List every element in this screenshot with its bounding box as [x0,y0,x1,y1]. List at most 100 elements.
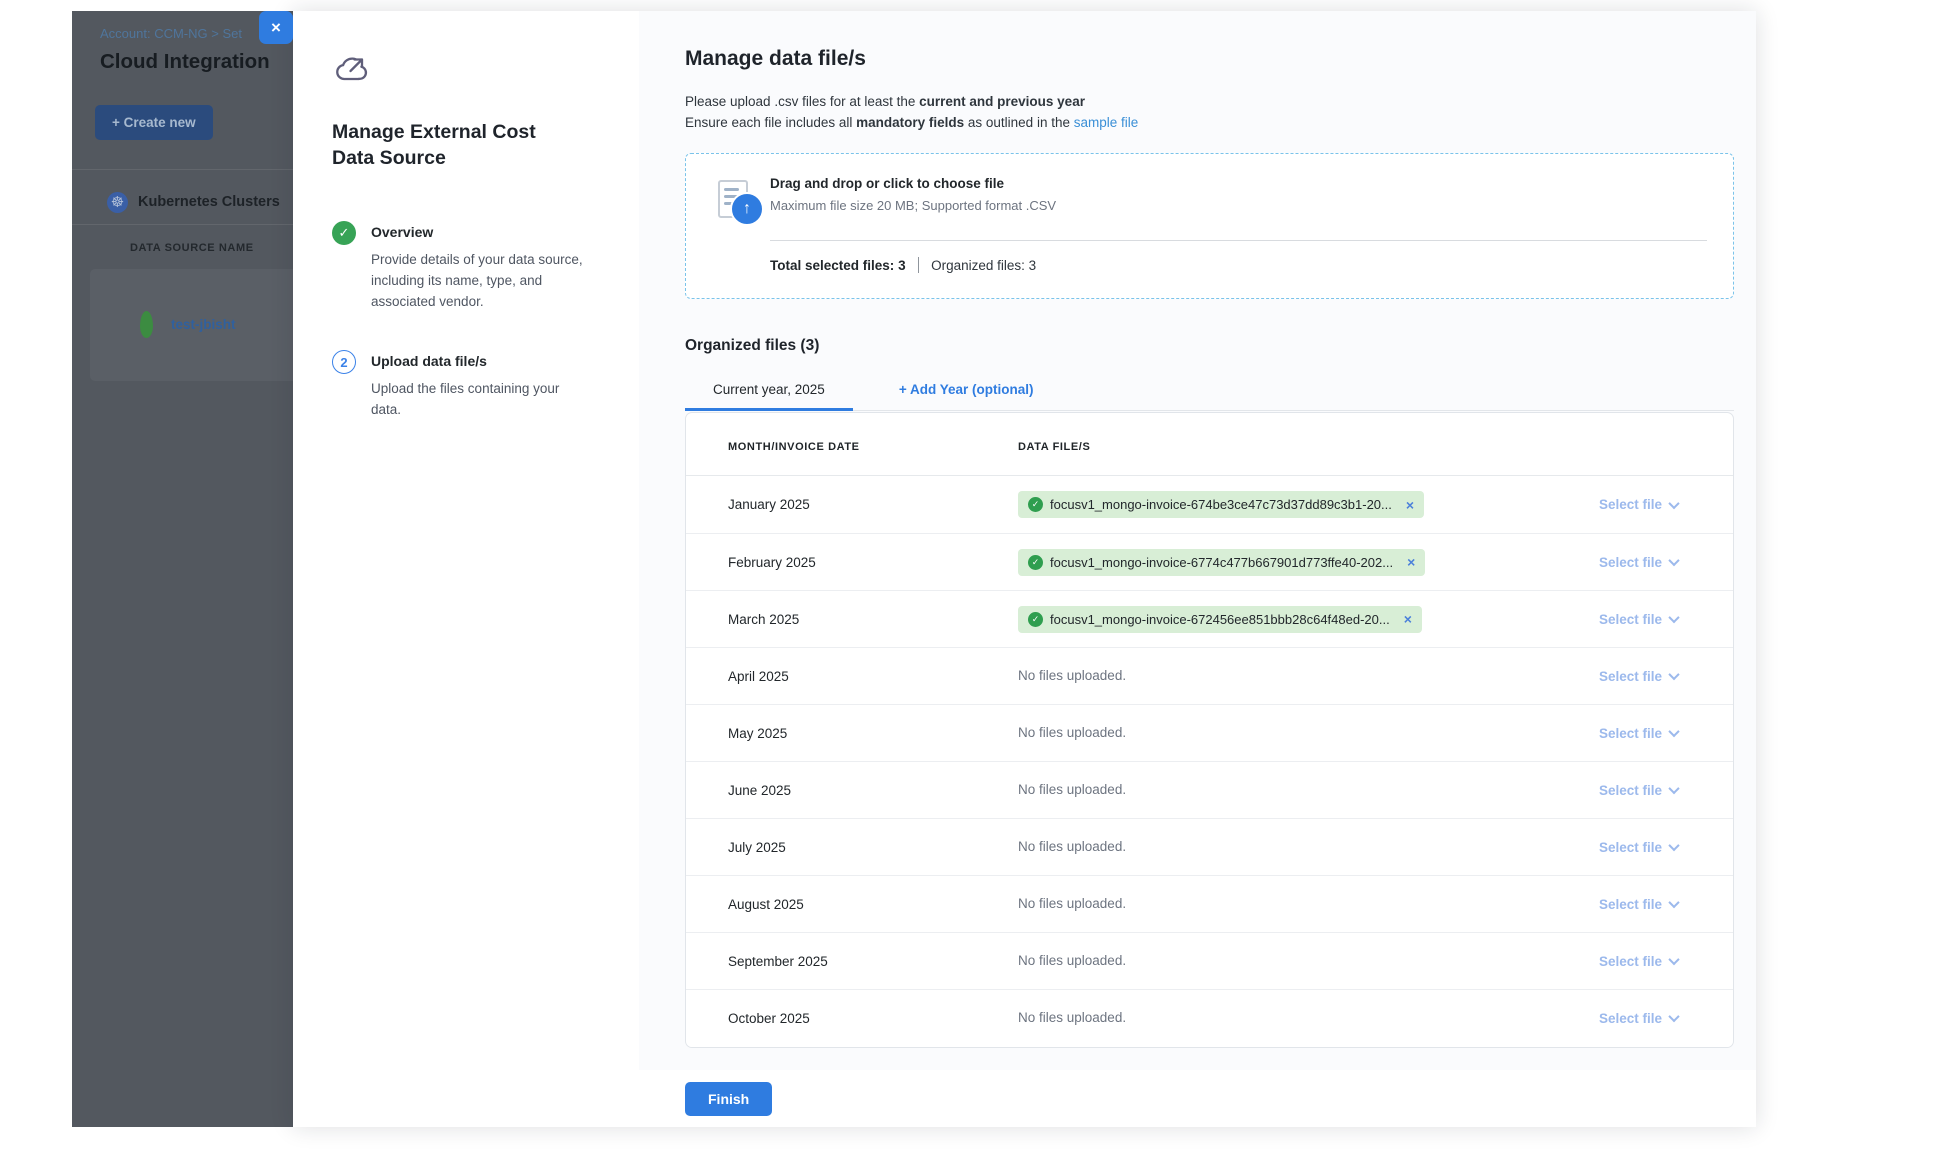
dropzone-subtitle: Maximum file size 20 MB; Supported forma… [770,198,1056,213]
divider [918,257,920,273]
step-description: Upload the files containing your data. [371,378,593,420]
chevron-down-icon [1668,783,1679,794]
select-file-label: Select file [1599,726,1662,741]
chevron-down-icon [1668,669,1679,680]
table-header: MONTH/INVOICE DATE DATA FILE/S [686,413,1733,476]
close-button[interactable]: × [259,11,293,44]
remove-file-icon[interactable]: × [1406,498,1414,512]
empty-text: No files uploaded. [1018,896,1126,911]
file-cell: No files uploaded. [1018,724,1558,742]
data-source-row[interactable]: test-jbisht [140,311,236,338]
month-cell: August 2025 [728,897,1018,912]
sample-file-link[interactable]: sample file [1074,115,1139,130]
table-row: September 2025 No files uploaded. Select… [686,932,1733,989]
select-file-label: Select file [1599,1011,1662,1026]
select-file-dropdown[interactable]: Select file [1599,954,1678,969]
select-file-label: Select file [1599,783,1662,798]
step-overview[interactable]: ✓ Overview Provide details of your data … [332,221,609,312]
finish-button[interactable]: Finish [685,1082,772,1116]
step-label: Upload data file/s [371,350,593,369]
month-cell: July 2025 [728,840,1018,855]
organized-files-heading: Organized files (3) [685,337,1734,355]
remove-file-icon[interactable]: × [1404,612,1412,626]
chevron-down-icon [1668,497,1679,508]
table-row: April 2025 No files uploaded. Select fil… [686,647,1733,704]
main-content: Manage data file/s Please upload .csv fi… [639,11,1756,1070]
table-body: January 2025 ✓ focusv1_mongo-invoice-674… [686,476,1733,1046]
empty-text: No files uploaded. [1018,725,1126,740]
table-row: June 2025 No files uploaded. Select file [686,761,1733,818]
select-file-label: Select file [1599,954,1662,969]
tab-label: Kubernetes Clusters [138,194,280,210]
select-file-dropdown[interactable]: Select file [1599,840,1678,855]
select-file-dropdown[interactable]: Select file [1599,669,1678,684]
divider [72,224,293,225]
tab-kubernetes-clusters[interactable]: ☸ Kubernetes Clusters [107,181,280,223]
table-row: May 2025 No files uploaded. Select file [686,704,1733,761]
step-complete-check-icon: ✓ [332,221,356,245]
chevron-down-icon [1668,612,1679,623]
months-table-card: MONTH/INVOICE DATE DATA FILE/S January 2… [685,412,1734,1048]
file-cell: No files uploaded. [1018,781,1558,799]
file-cell: No files uploaded. [1018,667,1558,685]
step-upload-data-files[interactable]: 2 Upload data file/s Upload the files co… [332,350,609,420]
file-cell: No files uploaded. [1018,895,1558,913]
data-source-link[interactable]: test-jbisht [171,317,236,332]
organized-files-count: Organized files: 3 [931,258,1036,273]
manage-data-source-drawer: Manage External Cost Data Source ✓ Overv… [293,11,1756,1127]
empty-text: No files uploaded. [1018,1010,1126,1025]
month-cell: May 2025 [728,726,1018,741]
file-cell: No files uploaded. [1018,1009,1558,1027]
select-file-dropdown[interactable]: Select file [1599,726,1678,741]
drawer-title: Manage External Cost Data Source [332,119,582,171]
select-file-dropdown[interactable]: Select file [1599,497,1678,512]
month-cell: October 2025 [728,1011,1018,1026]
file-cell: No files uploaded. [1018,838,1558,856]
select-file-dropdown[interactable]: Select file [1599,783,1678,798]
file-name: focusv1_mongo-invoice-672456ee851bbb28c6… [1050,612,1390,627]
empty-text: No files uploaded. [1018,953,1126,968]
empty-text: No files uploaded. [1018,668,1126,683]
month-cell: March 2025 [728,612,1018,627]
month-cell: September 2025 [728,954,1018,969]
file-cell: ✓ focusv1_mongo-invoice-6774c477b667901d… [1018,549,1558,576]
chevron-down-icon [1668,840,1679,851]
select-file-dropdown[interactable]: Select file [1599,612,1678,627]
month-cell: January 2025 [728,497,1018,512]
select-file-label: Select file [1599,897,1662,912]
table-row: January 2025 ✓ focusv1_mongo-invoice-674… [686,476,1733,533]
intro-line-2: Ensure each file includes all mandatory … [685,112,1734,133]
check-circle-icon: ✓ [1028,497,1043,512]
select-file-label: Select file [1599,840,1662,855]
step-number-badge: 2 [332,350,356,374]
select-file-dropdown[interactable]: Select file [1599,1011,1678,1026]
select-file-dropdown[interactable]: Select file [1599,555,1678,570]
kubernetes-icon: ☸ [107,192,128,213]
dimmed-background-app: Account: CCM-NG > Set Cloud Integration … [72,11,293,1127]
dropzone-totals: Total selected files: 3 Organized files:… [770,257,1036,273]
chevron-down-icon [1668,726,1679,737]
data-source-card[interactable]: test-jbisht [90,269,293,381]
month-cell: February 2025 [728,555,1018,570]
check-circle-icon: ✓ [1028,612,1043,627]
remove-file-icon[interactable]: × [1407,555,1415,569]
file-dropzone[interactable]: ↑ Drag and drop or click to choose file … [685,153,1734,299]
step-description: Provide details of your data source, inc… [371,249,593,312]
divider [72,169,293,170]
tab-current-year[interactable]: Current year, 2025 [685,373,853,411]
select-file-label: Select file [1599,555,1662,570]
select-file-dropdown[interactable]: Select file [1599,897,1678,912]
table-row: October 2025 No files uploaded. Select f… [686,989,1733,1046]
column-header-month: MONTH/INVOICE DATE [728,441,1018,453]
file-cell: ✓ focusv1_mongo-invoice-672456ee851bbb28… [1018,606,1558,633]
empty-text: No files uploaded. [1018,782,1126,797]
table-row: July 2025 No files uploaded. Select file [686,818,1733,875]
mongodb-leaf-icon [140,311,153,338]
main-heading: Manage data file/s [685,47,1734,71]
chevron-down-icon [1668,897,1679,908]
page-title: Cloud Integration [100,50,270,74]
breadcrumb[interactable]: Account: CCM-NG > Set [100,26,242,41]
add-year-button[interactable]: + Add Year (optional) [871,373,1062,411]
create-new-button[interactable]: + Create new [95,105,213,140]
cloud-external-icon [332,53,609,87]
